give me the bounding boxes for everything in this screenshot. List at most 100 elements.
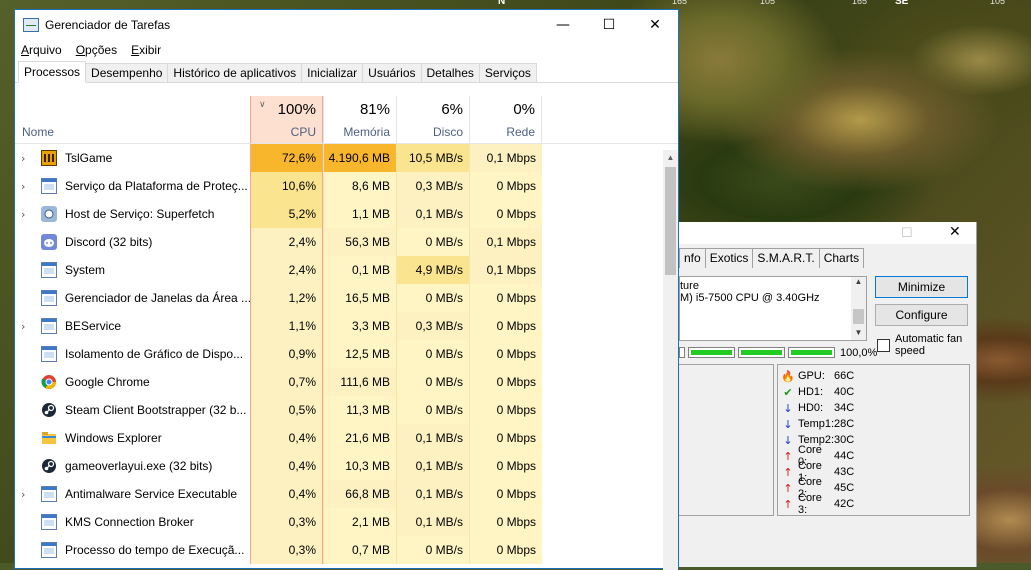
automatic-fan-checkbox[interactable] (877, 339, 890, 352)
table-row[interactable]: › BEService 1,1% 3,3 MB 0,3 MB/s 0 Mbps (15, 312, 678, 340)
tab-servicos[interactable]: Serviços (478, 63, 537, 82)
process-name: Host de Serviço: Superfetch (65, 207, 215, 221)
steam-icon (41, 402, 57, 418)
process-name-cell: gameoverlayui.exe (32 bits) (15, 452, 250, 480)
scroll-thumb[interactable] (665, 167, 676, 275)
configure-button[interactable]: Configure (875, 304, 968, 326)
hw-tab-charts[interactable]: Charts (818, 248, 865, 268)
column-header-disk[interactable]: 6% Disco (396, 96, 469, 143)
process-name-cell: › Host de Serviço: Superfetch (15, 200, 250, 228)
tab-inicializar[interactable]: Inicializar (301, 63, 364, 82)
task-manager-icon (23, 18, 39, 32)
table-row[interactable]: Processo do tempo de Execuçã... 0,3% 0,7 M… (15, 536, 678, 564)
service-window-icon (41, 346, 57, 362)
table-row[interactable]: Isolamento de Gráfico de Dispo... 0,9% 12,… (15, 340, 678, 368)
table-row[interactable]: Google Chrome 0,7% 111,6 MB 0 MB/s 0 Mbps (15, 368, 678, 396)
tab-historico[interactable]: Histórico de aplicativos (167, 63, 303, 82)
process-name: Discord (32 bits) (65, 235, 153, 249)
column-header-cpu[interactable]: ∨ 100% CPU (250, 96, 323, 143)
cpu-cell: 72,6% (250, 144, 323, 172)
arrow-down-icon: ↓ (783, 417, 793, 431)
compass-tick: 105 (760, 0, 776, 6)
network-cell: 0 Mbps (469, 480, 542, 508)
vertical-scrollbar[interactable]: ▲ (663, 150, 678, 570)
close-icon[interactable]: ✕ (632, 10, 678, 40)
sensor-label: Core 3: (798, 492, 822, 516)
menu-arquivo[interactable]: Arquivo (21, 43, 62, 57)
hw-tab-smart[interactable]: S.M.A.R.T. (752, 248, 820, 268)
usage-bar (788, 347, 835, 358)
arrow-up-icon: ↑ (783, 465, 793, 479)
process-name: Windows Explorer (65, 431, 162, 445)
table-row[interactable]: gameoverlayui.exe (32 bits) 0,4% 10,3 MB 0,… (15, 452, 678, 480)
minimize-button[interactable]: Minimize (875, 276, 968, 298)
table-row[interactable]: KMS Connection Broker 0,3% 2,1 MB 0,1 MB/s 0… (15, 508, 678, 536)
hw-sensor-list: 🔥 GPU: 66C ✔ HD1: 40C ↓ HD0: 34C ↓ Temp1: 28C ↓ Temp2… (777, 364, 970, 516)
scroll-down-icon[interactable]: ▼ (851, 328, 866, 340)
arrow-down-icon: ↓ (783, 401, 793, 415)
process-name: Antimalware Service Executable (65, 487, 238, 501)
table-row[interactable]: › Host de Serviço: Superfetch 5,2% 1,1 MB 0,… (15, 200, 678, 228)
menu-exibir[interactable]: Exibir (131, 43, 161, 57)
table-row[interactable]: › Antimalware Service Executable 0,4% 66,8 … (15, 480, 678, 508)
chevron-right-icon[interactable]: › (21, 488, 35, 501)
cpu-cell: 1,1% (250, 312, 323, 340)
process-rows: › TslGame 72,6% 4.190,6 MB 10,5 MB/s 0,1 Mbps… (15, 144, 678, 564)
scroll-up-icon[interactable]: ▲ (663, 150, 678, 165)
table-row[interactable]: › Serviço da Plataforma de Proteç... 10,6%… (15, 172, 678, 200)
sensor-value: 28C (834, 418, 855, 430)
memory-cell: 11,3 MB (323, 396, 396, 424)
chevron-right-icon[interactable]: › (21, 152, 35, 165)
sensor-row: 🔥 GPU: 66C (781, 368, 969, 384)
cpu-cell: 5,2% (250, 200, 323, 228)
scroll-up-icon[interactable]: ▲ (851, 277, 866, 289)
chevron-right-icon[interactable]: › (21, 320, 35, 333)
pubg-icon (41, 150, 57, 166)
hw-info-scrollbar[interactable]: ▲ ▼ (851, 277, 866, 340)
disk-cell: 0,1 MB/s (396, 424, 469, 452)
process-name-cell: › Antimalware Service Executable (15, 480, 250, 508)
maximize-icon[interactable]: ☐ (901, 225, 913, 241)
cpu-cell: 0,3% (250, 508, 323, 536)
scroll-thumb[interactable] (853, 309, 864, 324)
table-row[interactable]: Discord (32 bits) 2,4% 56,3 MB 0 MB/s 0,1 Mb… (15, 228, 678, 256)
column-header-network[interactable]: 0% Rede (469, 96, 542, 143)
tab-processos[interactable]: Processos (18, 61, 87, 83)
minimize-icon[interactable]: — (540, 10, 586, 40)
table-row[interactable]: Windows Explorer 0,4% 21,6 MB 0,1 MB/s 0 Mbp… (15, 424, 678, 452)
process-name-cell: › Serviço da Plataforma de Proteç... (15, 172, 250, 200)
hw-usage-bars: 100,0% (679, 346, 877, 359)
sort-descending-icon: ∨ (259, 99, 266, 109)
disk-cell: 0,1 MB/s (396, 452, 469, 480)
hw-tab-info[interactable]: nfo (679, 248, 706, 268)
usage-bar (688, 347, 735, 358)
cpu-cell: 2,4% (250, 228, 323, 256)
column-header-name[interactable]: Nome (15, 96, 250, 143)
compass-tick: 165 (672, 0, 688, 6)
tab-detalhes[interactable]: Detalhes (420, 63, 480, 82)
tab-usuarios[interactable]: Usuários (362, 63, 422, 82)
process-name-cell: Google Chrome (15, 368, 250, 396)
table-row[interactable]: System 2,4% 0,1 MB 4,9 MB/s 0,1 Mbps (15, 256, 678, 284)
cpu-cell: 0,4% (250, 480, 323, 508)
network-cell: 0 Mbps (469, 452, 542, 480)
memory-cell: 0,1 MB (323, 256, 396, 284)
tab-desempenho[interactable]: Desempenho (85, 63, 169, 82)
disk-cell: 0,1 MB/s (396, 200, 469, 228)
table-row[interactable]: Gerenciador de Janelas da Área ... 1,2% 16… (15, 284, 678, 312)
chevron-right-icon[interactable]: › (21, 180, 35, 193)
network-cell: 0,1 Mbps (469, 256, 542, 284)
sensor-label: HD1: (798, 386, 824, 398)
arrow-up-icon: ↑ (783, 449, 793, 463)
menu-opcoes[interactable]: Opções (76, 43, 117, 57)
chevron-right-icon[interactable]: › (21, 208, 35, 221)
maximize-icon[interactable]: ☐ (586, 10, 632, 40)
table-row[interactable]: › TslGame 72,6% 4.190,6 MB 10,5 MB/s 0,1 Mbps (15, 144, 678, 172)
cpu-cell: 1,2% (250, 284, 323, 312)
chrome-icon (41, 374, 57, 390)
table-row[interactable]: Steam Client Bootstrapper (32 b... 0,5% 11… (15, 396, 678, 424)
sensor-row: ✔ HD1: 40C (781, 384, 969, 400)
hw-tab-exotics[interactable]: Exotics (704, 248, 754, 268)
close-icon[interactable]: ✕ (949, 224, 961, 240)
column-header-memory[interactable]: 81% Memória (323, 96, 396, 143)
